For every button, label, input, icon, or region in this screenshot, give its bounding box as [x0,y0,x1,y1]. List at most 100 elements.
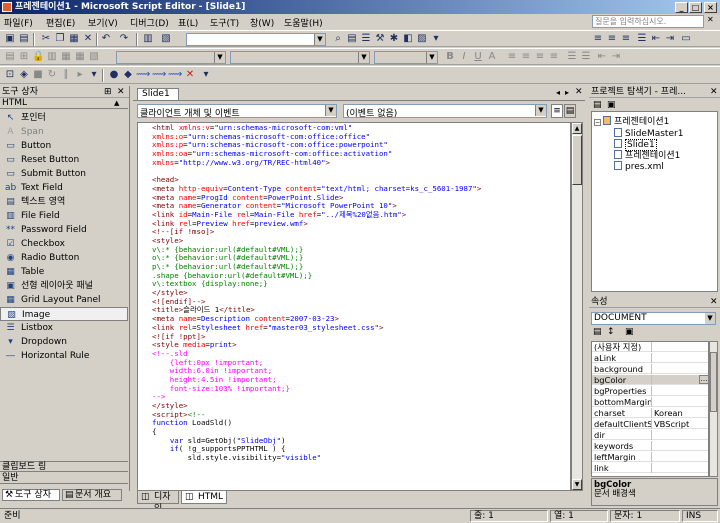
property-row[interactable]: keywords [592,441,708,451]
justify-right-icon[interactable]: ≡ [534,51,546,63]
find-combo[interactable]: ▼ [186,33,326,46]
underline-icon[interactable]: U [472,51,484,63]
indent-icon[interactable]: ⇥ [664,33,676,45]
build-icon[interactable]: ▥ [142,33,154,45]
property-row[interactable]: leftMargin [592,452,708,462]
list-icon[interactable]: ☰ [636,33,648,45]
tool-table[interactable]: ▦ Table [0,265,128,279]
tool-grid-layout[interactable]: ▦ Grid Layout Panel [0,293,128,307]
paste-icon[interactable]: ▦ [68,33,80,45]
property-row[interactable]: aLink [592,353,708,363]
step-over-icon[interactable]: ⟿ [136,69,150,81]
delete-icon[interactable]: ✕ [82,33,94,45]
task-list-icon[interactable]: ▨ [416,33,428,45]
chevron-down-icon[interactable]: ▼ [705,313,715,324]
tool-text-field[interactable]: ab Text Field [0,181,128,195]
menu-help[interactable]: 도움말(H) [284,16,323,29]
tool-submit-button[interactable]: ▭ Submit Button [0,167,128,181]
tree-item-selected[interactable]: Slide1 [614,139,657,151]
justify-center-icon[interactable]: ≡ [520,51,532,63]
pin-icon[interactable]: ⊞ [104,86,112,98]
stop-icon[interactable]: ■ [32,69,44,81]
tool-button[interactable]: ▭ Button [0,139,128,153]
disable-breakpoints-icon[interactable]: ✕ [184,69,196,81]
grid-icon[interactable]: ▦ [74,51,86,63]
tree-root[interactable]: − 프레젠테이션1 [594,116,669,127]
tool-file-field[interactable]: ▥ File Field [0,209,128,223]
font-combo[interactable]: ▼ [230,51,370,64]
color-icon[interactable]: A [486,51,498,63]
backward-icon[interactable]: ▦ [60,51,72,63]
tool-pointer[interactable]: ↖ 포인터 [0,111,128,125]
property-row[interactable]: link [592,463,708,473]
alphabetical-icon[interactable]: ↕ [607,327,615,337]
view-object-icon[interactable]: ▣ [607,100,616,110]
find-in-files-icon[interactable]: ⌕ [332,33,344,45]
menu-edit[interactable]: 편집(E) [46,16,75,29]
property-row[interactable]: dir [592,430,708,440]
border-icon[interactable]: ▭ [680,33,692,45]
zorder-icon[interactable]: ▧ [88,51,100,63]
tab-prev-icon[interactable]: ◂ [556,88,560,97]
close-panel-icon[interactable]: ✕ [710,296,718,308]
property-row[interactable]: bgColor… [592,375,708,385]
menu-debug[interactable]: 디버그(D) [130,16,169,29]
toggle-breakpoint-icon[interactable]: ● [108,69,120,81]
cut-icon[interactable]: ✂ [40,33,52,45]
tool-span[interactable]: A Span [0,125,128,139]
forward-icon[interactable]: ▥ [46,51,58,63]
close-panel-icon[interactable]: ✕ [117,86,125,98]
tab-next-icon[interactable]: ▸ [565,88,569,97]
tool-textarea[interactable]: ▤ 텍스트 영역 [0,195,128,209]
align-left-icon[interactable]: ≡ [592,33,604,45]
ellipsis-button[interactable]: … [699,375,708,384]
align-right-icon[interactable]: ≡ [620,33,632,45]
tab-design[interactable]: ◫디자인 [137,491,179,514]
tool-listbox[interactable]: ☰ Listbox [0,321,128,335]
object-browser-icon[interactable]: ✱ [388,33,400,45]
restart-icon[interactable]: ↻ [46,69,58,81]
property-row[interactable]: defaultClientSc VBScript [592,419,708,429]
debug-more-icon[interactable]: ▾ [88,69,100,81]
block-icon[interactable]: ▤ [4,51,16,63]
close-panel-icon[interactable]: ✕ [710,86,718,98]
property-value[interactable]: VBScript [654,419,689,429]
size-combo[interactable]: ▼ [374,51,438,64]
lock-icon[interactable]: 🔒 [32,51,44,63]
tab-toolbox[interactable]: ⚒ 도구 상자 [2,489,60,501]
tool-linear-layout[interactable]: ▣ 선형 레이아웃 패널 [0,279,128,293]
code-editor[interactable]: <html xmlns:v="urn:schemas-microsoft-com… [137,122,571,491]
justify-left-icon[interactable]: ≡ [506,51,518,63]
increase-indent-icon[interactable]: ⇥ [610,51,622,63]
property-value[interactable]: Korean [654,408,683,418]
property-row[interactable]: (사용자 지정) [592,342,708,352]
undo-icon[interactable]: ↶ [100,33,112,45]
close-doc-tab-icon[interactable]: ✕ [575,87,583,97]
menu-window[interactable]: 창(W) [250,16,274,29]
align-center-icon[interactable]: ≡ [606,33,618,45]
tool-dropdown[interactable]: ▾ Dropdown [0,335,128,349]
find-icon[interactable]: ▧ [160,33,172,45]
tab-html[interactable]: ◫ HTML [181,491,227,504]
full-view-icon[interactable]: ▤ [564,104,576,118]
menu-view[interactable]: 보기(V) [88,16,118,29]
collapse-icon[interactable]: − [594,119,601,126]
bold-icon[interactable]: B [444,51,456,63]
bullets-icon[interactable]: ☰ [580,51,592,63]
tool-checkbox[interactable]: ☑ Checkbox [0,237,128,251]
close-button[interactable]: × [704,2,717,13]
tree-item[interactable]: pres.xml [614,161,664,172]
tool-radio-button[interactable]: ◉ Radio Button [0,251,128,265]
property-pages-icon[interactable]: ▣ [625,327,634,337]
copy-icon[interactable]: ❐ [54,33,66,45]
toolbox-category[interactable]: HTML [0,98,128,109]
properties-icon[interactable]: ☰ [360,33,372,45]
step-into-icon[interactable]: ◆ [122,69,134,81]
tool-image[interactable]: ▨ Image [0,307,128,321]
help-search-input[interactable]: 질문을 입력하십시오. [592,15,704,28]
more-tools-icon[interactable]: ▾ [430,33,442,45]
clear-breakpoints-icon[interactable]: ⟿ [168,69,182,81]
continue-icon[interactable]: ▸ [74,69,86,81]
debug-options-icon[interactable]: ▾ [200,69,212,81]
close-doc-icon[interactable]: ✕ [707,15,714,24]
